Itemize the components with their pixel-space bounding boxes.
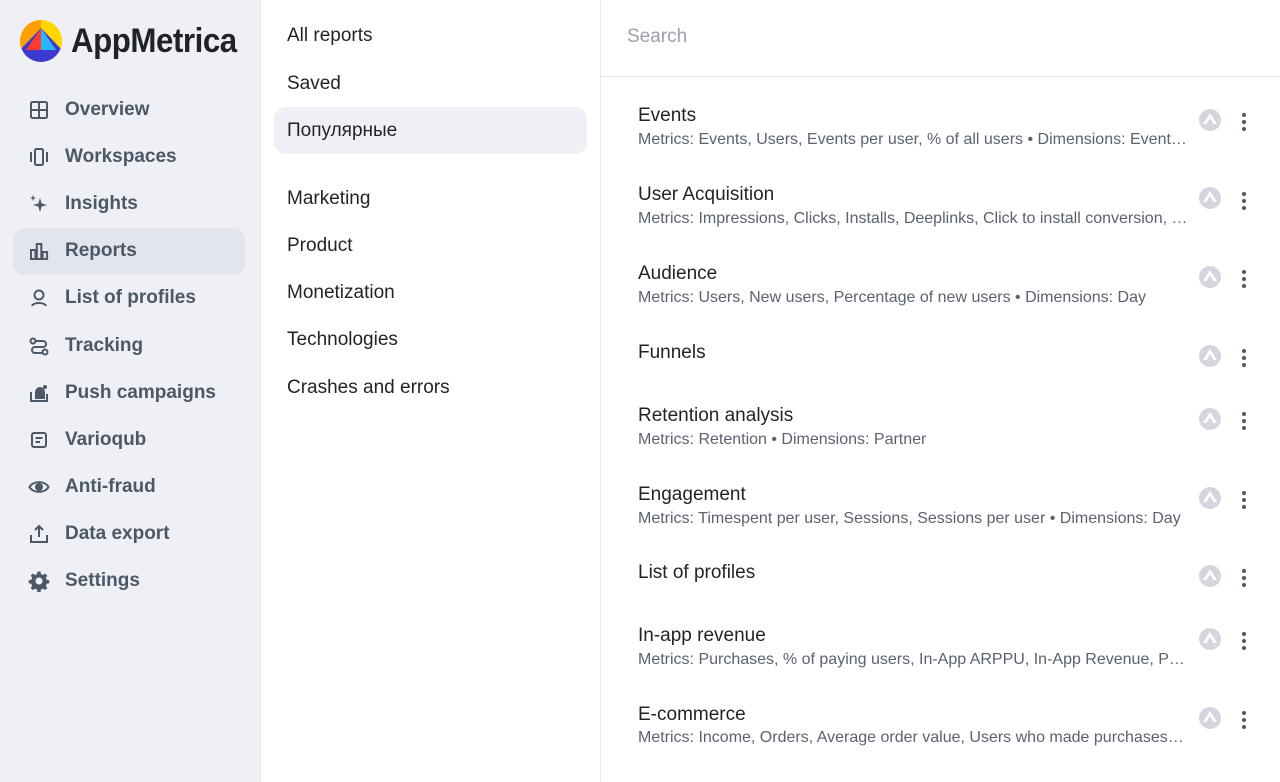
more-options-button[interactable]: [1234, 110, 1254, 134]
report-title: Engagement: [638, 484, 746, 505]
category-crashes-and-errors[interactable]: Crashes and errors: [274, 364, 587, 411]
document-icon: [28, 429, 50, 451]
report-description: Metrics: Impressions, Clicks, Installs, …: [638, 210, 1188, 227]
category-monetization[interactable]: Monetization: [274, 269, 587, 316]
report-badge-icon: [1199, 565, 1221, 587]
more-options-button[interactable]: [1234, 488, 1254, 512]
report-description: Metrics: Timespent per user, Sessions, S…: [638, 510, 1181, 527]
search-input[interactable]: [627, 24, 1227, 50]
more-options-button[interactable]: [1234, 189, 1254, 213]
report-badge-icon: [1199, 187, 1221, 209]
report-row-e-commerce[interactable]: E-commerce Metrics: Income, Orders, Aver…: [601, 684, 1280, 762]
more-options-button[interactable]: [1234, 629, 1254, 653]
eye-icon: [28, 476, 50, 498]
sidebar: AppMetrica Overview Workspaces Insights: [0, 0, 260, 782]
sidebar-item-label: Settings: [65, 570, 140, 592]
sidebar-item-settings[interactable]: Settings: [13, 558, 245, 605]
category-popular[interactable]: Популярные: [274, 107, 587, 154]
report-badge-icon: [1199, 487, 1221, 509]
sidebar-item-reports[interactable]: Reports: [13, 227, 245, 275]
category-technologies[interactable]: Technologies: [274, 316, 587, 363]
sparkle-icon: [28, 193, 50, 215]
sidebar-nav: Overview Workspaces Insights Reports Lis…: [13, 86, 245, 605]
report-row-retention-analysis[interactable]: Retention analysis Metrics: Retention • …: [601, 385, 1280, 463]
sidebar-item-label: Push campaigns: [65, 381, 216, 403]
report-badge-icon: [1199, 345, 1221, 367]
report-row-engagement[interactable]: Engagement Metrics: Timespent per user, …: [601, 464, 1280, 542]
more-options-button[interactable]: [1234, 566, 1254, 590]
report-description: Metrics: Users, New users, Percentage of…: [638, 289, 1146, 306]
bar-chart-icon: [28, 240, 50, 262]
report-row-events[interactable]: Events Metrics: Events, Users, Events pe…: [601, 85, 1280, 163]
sidebar-item-label: List of profiles: [65, 287, 196, 309]
sidebar-item-label: Anti-fraud: [65, 476, 156, 498]
sidebar-item-list-of-profiles[interactable]: List of profiles: [13, 275, 245, 322]
more-options-button[interactable]: [1234, 267, 1254, 291]
report-title: List of profiles: [638, 562, 756, 583]
search-bar: [601, 0, 1280, 77]
logo[interactable]: AppMetrica: [20, 20, 251, 62]
gear-icon: [28, 570, 50, 593]
sidebar-item-push-campaigns[interactable]: Push campaigns: [13, 369, 245, 416]
report-title: In-app revenue: [638, 625, 766, 646]
sidebar-item-insights[interactable]: Insights: [13, 180, 245, 227]
report-title: Audience: [638, 263, 718, 284]
route-icon: [28, 335, 50, 357]
sidebar-item-label: Insights: [65, 192, 138, 214]
report-description: Metrics: Events, Users, Events per user,…: [638, 131, 1188, 148]
sidebar-item-label: Tracking: [65, 334, 144, 356]
report-description: Metrics: Purchases, % of paying users, I…: [638, 651, 1188, 668]
sidebar-item-label: Data export: [65, 523, 170, 545]
report-title: Funnels: [638, 342, 706, 363]
sidebar-item-varioqub[interactable]: Varioqub: [13, 416, 245, 463]
category-all-reports[interactable]: All reports: [274, 12, 587, 59]
more-options-button[interactable]: [1234, 708, 1254, 732]
push-bell-icon: [28, 382, 50, 404]
report-row-in-app-revenue[interactable]: In-app revenue Metrics: Purchases, % of …: [601, 605, 1280, 683]
report-description: Metrics: Retention • Dimensions: Partner: [638, 431, 927, 448]
report-badge-icon: [1199, 408, 1221, 430]
report-row-user-acquisition[interactable]: User Acquisition Metrics: Impressions, C…: [601, 164, 1280, 242]
report-title: User Acquisition: [638, 184, 775, 205]
app-root: AppMetrica Overview Workspaces Insights: [0, 0, 1280, 782]
category-product[interactable]: Product: [274, 222, 587, 269]
sidebar-item-tracking[interactable]: Tracking: [13, 322, 245, 369]
report-title: E-commerce: [638, 704, 746, 725]
report-badge-icon: [1199, 628, 1221, 650]
report-categories: All reports Saved Популярные Marketing P…: [260, 0, 601, 782]
reports-main: Events Metrics: Events, Users, Events pe…: [601, 0, 1280, 782]
sidebar-item-anti-fraud[interactable]: Anti-fraud: [13, 464, 245, 511]
category-saved[interactable]: Saved: [274, 60, 587, 107]
report-badge-icon: [1199, 109, 1221, 131]
sidebar-item-data-export[interactable]: Data export: [13, 511, 245, 558]
workspaces-icon: [28, 146, 50, 168]
brand-name: AppMetrica: [71, 21, 237, 60]
report-description: Metrics: Income, Orders, Average order v…: [638, 729, 1188, 746]
sidebar-item-workspaces[interactable]: Workspaces: [13, 133, 245, 180]
sidebar-item-label: Varioqub: [65, 428, 147, 450]
person-icon: [28, 287, 50, 309]
sidebar-item-label: Overview: [65, 98, 150, 120]
report-title: Events: [638, 105, 697, 126]
more-options-button[interactable]: [1234, 346, 1254, 370]
upload-icon: [28, 523, 50, 545]
report-title: Retention analysis: [638, 405, 794, 426]
report-row-audience[interactable]: Audience Metrics: Users, New users, Perc…: [601, 243, 1280, 321]
category-marketing[interactable]: Marketing: [274, 175, 587, 222]
sidebar-item-label: Workspaces: [65, 145, 177, 167]
report-badge-icon: [1199, 266, 1221, 288]
appmetrica-logo-icon: [20, 20, 62, 62]
sidebar-item-overview[interactable]: Overview: [13, 86, 245, 133]
more-options-button[interactable]: [1234, 409, 1254, 433]
sidebar-item-label: Reports: [65, 240, 137, 262]
grid-icon: [28, 99, 50, 121]
report-badge-icon: [1199, 707, 1221, 729]
